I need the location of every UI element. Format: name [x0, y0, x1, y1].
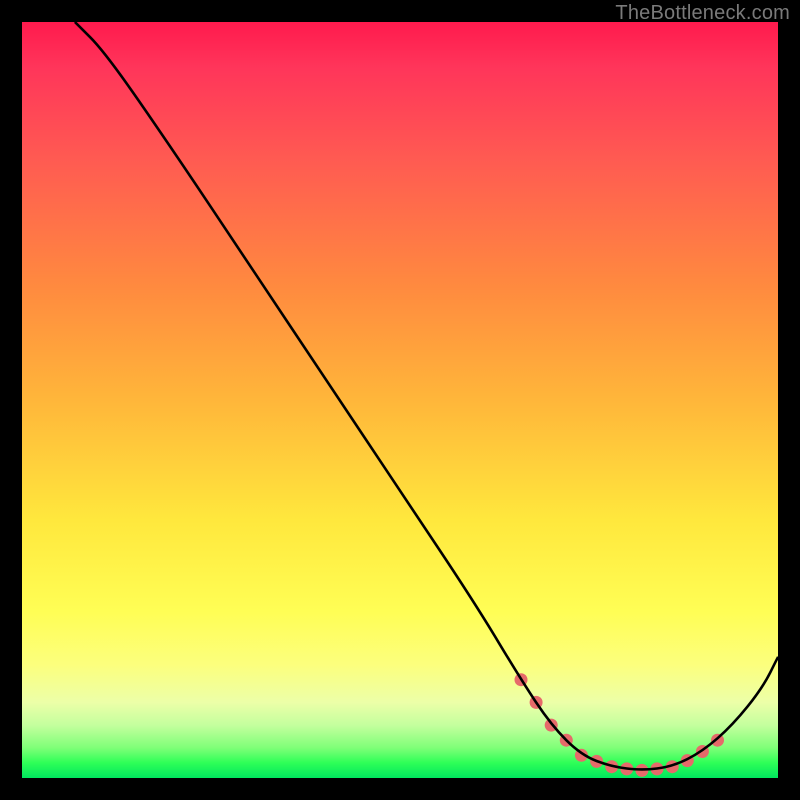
plot-area	[22, 22, 778, 778]
curve-line	[75, 22, 778, 769]
chart-frame: TheBottleneck.com	[0, 0, 800, 800]
watermark-text: TheBottleneck.com	[615, 2, 790, 25]
dots-group	[515, 673, 725, 777]
chart-svg	[22, 22, 778, 778]
